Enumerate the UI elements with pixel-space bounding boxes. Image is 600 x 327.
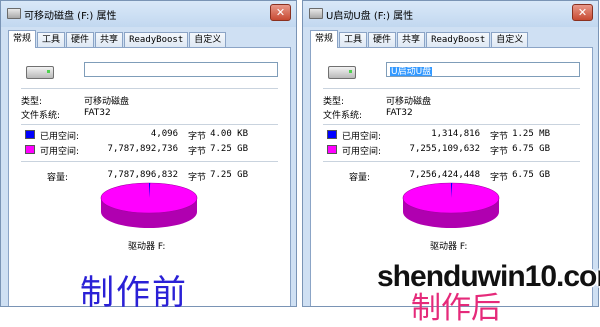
volume-name-input[interactable] [84, 62, 278, 77]
tab-sharing[interactable]: 共享 [95, 32, 124, 48]
divider [323, 124, 580, 125]
tab-customize[interactable]: 自定义 [189, 32, 227, 48]
divider [21, 88, 278, 89]
tab-sharing[interactable]: 共享 [397, 32, 426, 48]
used-label: 已用空间: [40, 132, 80, 142]
tab-bar: 常规 工具 硬件 共享 ReadyBoost 自定义 [310, 30, 529, 48]
free-color-swatch [25, 145, 35, 154]
close-button[interactable]: ✕ [270, 4, 291, 21]
type-value: 可移动磁盘 [84, 97, 130, 107]
used-label: 已用空间: [342, 132, 382, 142]
usage-pie-chart [402, 182, 500, 228]
drive-letter-label: 驱动器 F: [430, 242, 468, 252]
used-color-swatch [327, 130, 337, 139]
divider [323, 161, 580, 162]
drive-large-icon [328, 66, 356, 79]
tab-readyboost[interactable]: ReadyBoost [124, 32, 189, 48]
filesystem-value: FAT32 [386, 108, 413, 118]
divider [323, 88, 580, 89]
tab-bar: 常规 工具 硬件 共享 ReadyBoost 自定义 [8, 30, 227, 48]
free-label: 可用空间: [40, 147, 80, 157]
site-watermark: shenduwin10.com [377, 260, 600, 294]
free-size: 6.75 GB [512, 144, 550, 154]
tab-hardware[interactable]: 硬件 [368, 32, 397, 48]
drive-icon [309, 8, 323, 19]
usage-pie-chart [100, 182, 198, 228]
title-bar: U启动U盘 (F:) 属性 ✕ [303, 1, 598, 27]
free-unit: 字节 [188, 147, 207, 157]
filesystem-value: FAT32 [84, 108, 111, 118]
free-label: 可用空间: [342, 147, 382, 157]
properties-window-before: 可移动磁盘 (F:) 属性 ✕ 常规 工具 硬件 共享 ReadyBoost 自定义 类型… [0, 0, 297, 307]
free-size: 7.25 GB [210, 144, 248, 154]
free-bytes: 7,255,109,632 [409, 144, 480, 154]
watermark-text: shenduwin10.com [377, 260, 600, 293]
capacity-label: 容量: [349, 173, 371, 183]
drive-large-icon [26, 66, 54, 79]
filesystem-label: 文件系统: [323, 111, 363, 121]
capacity-label: 容量: [47, 173, 69, 183]
volume-name-selection: U启动U盘 [390, 67, 433, 77]
capacity-bytes: 7,256,424,448 [409, 170, 480, 180]
used-color-swatch [25, 130, 35, 139]
used-size: 4.00 KB [210, 129, 248, 139]
tab-tools[interactable]: 工具 [37, 32, 66, 48]
used-size: 1.25 MB [512, 129, 550, 139]
drive-icon [7, 8, 21, 19]
type-label: 类型: [323, 97, 345, 107]
capacity-size: 7.25 GB [210, 170, 248, 180]
used-bytes: 4,096 [150, 129, 178, 139]
used-unit: 字节 [490, 132, 509, 142]
used-bytes: 1,314,816 [431, 129, 480, 139]
divider [21, 124, 278, 125]
window-title: 可移动磁盘 (F:) 属性 [24, 11, 117, 22]
volume-name-input[interactable]: U启动U盘 [386, 62, 580, 77]
type-value: 可移动磁盘 [386, 97, 432, 107]
title-bar: 可移动磁盘 (F:) 属性 ✕ [1, 1, 296, 27]
tab-general[interactable]: 常规 [310, 30, 339, 48]
tab-tools[interactable]: 工具 [339, 32, 368, 48]
free-bytes: 7,787,892,736 [107, 144, 178, 154]
capacity-bytes: 7,787,896,832 [107, 170, 178, 180]
tab-hardware[interactable]: 硬件 [66, 32, 95, 48]
close-button[interactable]: ✕ [572, 4, 593, 21]
type-label: 类型: [21, 97, 43, 107]
filesystem-label: 文件系统: [21, 111, 61, 121]
capacity-size: 6.75 GB [512, 170, 550, 180]
free-color-swatch [327, 145, 337, 154]
tab-readyboost[interactable]: ReadyBoost [426, 32, 491, 48]
tab-general[interactable]: 常规 [8, 30, 37, 48]
drive-letter-label: 驱动器 F: [128, 242, 166, 252]
window-title: U启动U盘 (F:) 属性 [326, 11, 414, 22]
divider [21, 161, 278, 162]
free-unit: 字节 [490, 147, 509, 157]
used-unit: 字节 [188, 132, 207, 142]
tab-customize[interactable]: 自定义 [491, 32, 529, 48]
